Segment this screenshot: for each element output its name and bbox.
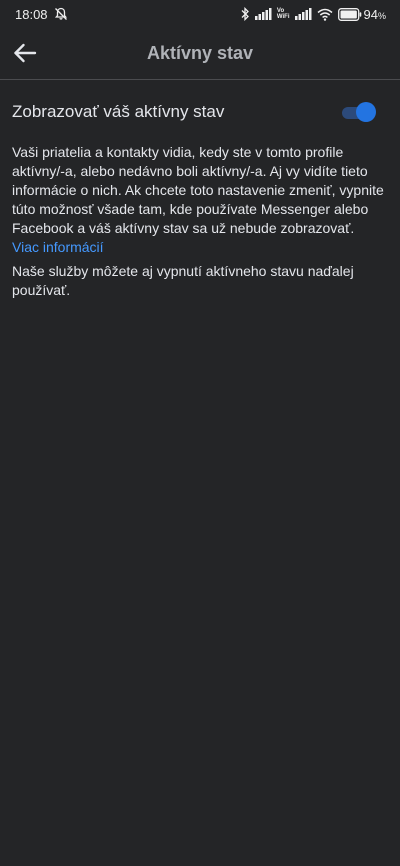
bluetooth-icon — [240, 7, 250, 21]
battery-indicator: 94% — [337, 7, 386, 22]
more-info-link[interactable]: Viac informácií — [12, 239, 104, 255]
battery-percent-suffix: % — [377, 10, 386, 21]
status-left: 18:08 — [15, 7, 68, 22]
toggle-thumb — [356, 102, 376, 122]
vowifi-icon: Vo WiFi — [277, 8, 290, 20]
battery-percent-value: 94 — [363, 6, 378, 22]
note-text: Naše služby môžete aj vypnutí aktívneho … — [12, 263, 354, 298]
page-title: Aktívny stav — [146, 43, 254, 63]
active-status-setting-row[interactable]: Zobrazovať váš aktívny stav — [12, 98, 380, 126]
status-right: Vo WiFi 94% — [240, 7, 386, 22]
app-header: Aktívny stav — [0, 28, 400, 80]
battery-icon — [337, 7, 361, 21]
vowifi-label-bottom: WiFi — [276, 14, 290, 20]
status-bar: 18:08 Vo WiFi 94% — [0, 0, 400, 28]
active-status-label: Zobrazovať váš aktívny stav — [12, 102, 225, 121]
active-status-toggle[interactable] — [342, 102, 376, 122]
description-text: Vaši priatelia a kontakty vidia, kedy st… — [12, 143, 384, 257]
status-time: 18:08 — [15, 6, 48, 22]
signal-icon-2 — [294, 8, 312, 20]
back-arrow-icon — [14, 43, 37, 63]
mute-bell-icon — [54, 7, 68, 21]
battery-percent: 94% — [364, 7, 386, 22]
wifi-icon — [317, 8, 333, 21]
description-body: Vaši priatelia a kontakty vidia, kedy st… — [12, 144, 384, 236]
signal-icon — [254, 8, 272, 20]
back-button[interactable] — [10, 38, 40, 68]
